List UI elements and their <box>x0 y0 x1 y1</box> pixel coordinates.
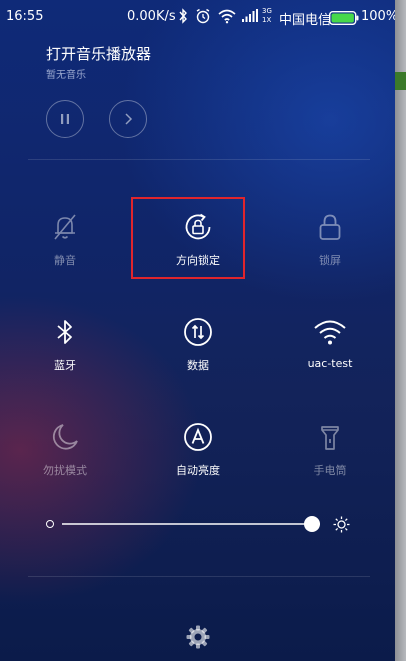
network-speed: 0.00K/s <box>127 9 176 24</box>
mute-bell-icon <box>54 214 76 240</box>
battery-icon <box>329 11 359 25</box>
notification-panel: 16:55 0.00K/s 3G 1X 中国电信 100% 打开音乐播放器 暂无… <box>0 0 399 661</box>
toggle-bluetooth[interactable]: 蓝牙 <box>10 317 120 373</box>
toggle-mobile-data-label: 数据 <box>187 359 209 372</box>
next-icon <box>125 113 133 125</box>
alarm-icon <box>196 8 210 24</box>
gear-icon[interactable] <box>186 625 210 649</box>
status-time: 16:55 <box>6 9 44 24</box>
next-button[interactable] <box>109 100 147 138</box>
lock-icon <box>319 214 341 240</box>
brightness-high-icon <box>333 516 350 533</box>
brightness-low-icon <box>46 520 54 528</box>
signal-type-1x: 1X <box>262 16 272 24</box>
toggle-lock-screen[interactable]: 锁屏 <box>275 212 385 268</box>
mobile-data-icon <box>184 318 212 346</box>
moon-icon <box>52 424 78 450</box>
wifi-icon <box>314 320 346 345</box>
battery-percent: 100% <box>361 9 399 24</box>
brightness-slider-track[interactable] <box>62 523 320 525</box>
flashlight-icon <box>321 426 339 450</box>
auto-brightness-icon <box>184 423 212 451</box>
wifi-icon <box>218 9 236 24</box>
divider-bottom <box>28 576 370 577</box>
pause-icon <box>61 114 69 124</box>
brightness-slider-thumb[interactable] <box>304 516 321 532</box>
signal-type-3g: 3G <box>262 7 272 15</box>
carrier-name: 中国电信 <box>279 13 332 28</box>
background-app-edge <box>395 0 406 661</box>
toggle-mute[interactable]: 静音 <box>10 212 120 268</box>
toggle-auto-brightness-label: 自动亮度 <box>176 464 220 477</box>
toggle-wifi[interactable]: uac-test <box>275 317 385 370</box>
edge-mark <box>395 72 406 90</box>
toggle-flashlight[interactable]: 手电筒 <box>275 422 385 478</box>
music-player-title[interactable]: 打开音乐播放器 <box>46 43 151 64</box>
toggle-auto-brightness[interactable]: 自动亮度 <box>143 422 253 478</box>
pause-button[interactable] <box>46 100 84 138</box>
toggle-do-not-disturb-label: 勿扰模式 <box>43 464 87 477</box>
bluetooth-icon <box>57 320 72 344</box>
divider-top <box>28 159 370 160</box>
status-bar: 16:55 0.00K/s 3G 1X 中国电信 100% <box>0 0 399 34</box>
toggle-lock-screen-label: 锁屏 <box>319 254 341 267</box>
bluetooth-icon <box>179 8 187 24</box>
toggle-bluetooth-label: 蓝牙 <box>54 359 76 372</box>
highlight-box <box>131 197 245 279</box>
toggle-mobile-data[interactable]: 数据 <box>143 317 253 373</box>
toggle-flashlight-label: 手电筒 <box>313 464 347 477</box>
toggle-wifi-label: uac-test <box>307 357 353 370</box>
toggle-mute-label: 静音 <box>54 254 76 267</box>
music-player-subtitle: 暂无音乐 <box>46 70 86 81</box>
toggle-do-not-disturb[interactable]: 勿扰模式 <box>10 422 120 478</box>
signal-icon <box>242 9 258 22</box>
